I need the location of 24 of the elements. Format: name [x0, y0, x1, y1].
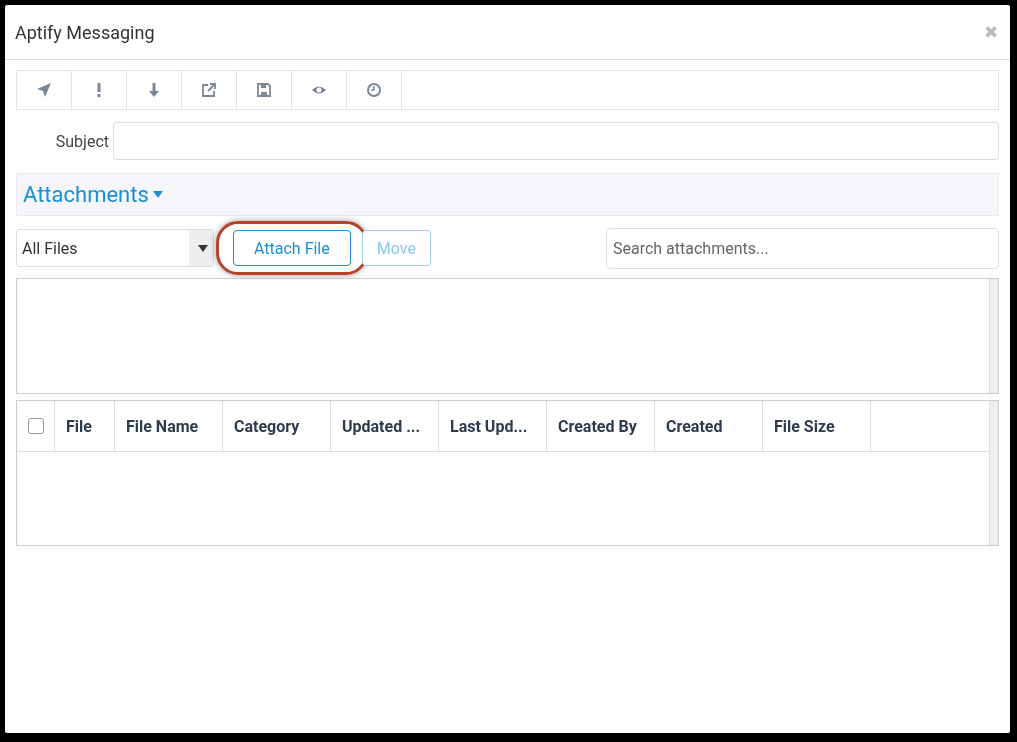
column-header[interactable]: Category	[223, 401, 331, 451]
column-header[interactable]: File Name	[115, 401, 223, 451]
search-field[interactable]: Search attachments...	[606, 227, 999, 269]
caret-icon	[152, 191, 163, 198]
column-header[interactable]: Updated ...	[331, 401, 439, 451]
subject-label: Subject	[54, 131, 109, 151]
save-icon	[256, 82, 272, 98]
subject-field[interactable]	[113, 122, 999, 160]
column-header[interactable]: Last Upd...	[439, 401, 547, 451]
down-arrow-icon	[146, 82, 162, 98]
send-icon	[36, 82, 52, 98]
attach-file-button[interactable]: Attach File	[233, 230, 351, 266]
column-header[interactable]: Created By	[547, 401, 655, 451]
column-header[interactable]: File Size	[763, 401, 871, 451]
select-all-checkbox[interactable]	[27, 418, 44, 434]
file-filter-dropdown[interactable]: All Files	[16, 229, 214, 267]
column-header[interactable]: File	[55, 401, 115, 451]
scrollbar[interactable]	[989, 401, 998, 545]
window-title: Aptify Messaging	[15, 21, 155, 43]
caret-icon	[198, 244, 208, 252]
scrollbar[interactable]	[989, 279, 998, 393]
external-link-icon	[201, 82, 217, 98]
clock-icon	[366, 82, 382, 98]
column-header[interactable]: Created	[655, 401, 763, 451]
